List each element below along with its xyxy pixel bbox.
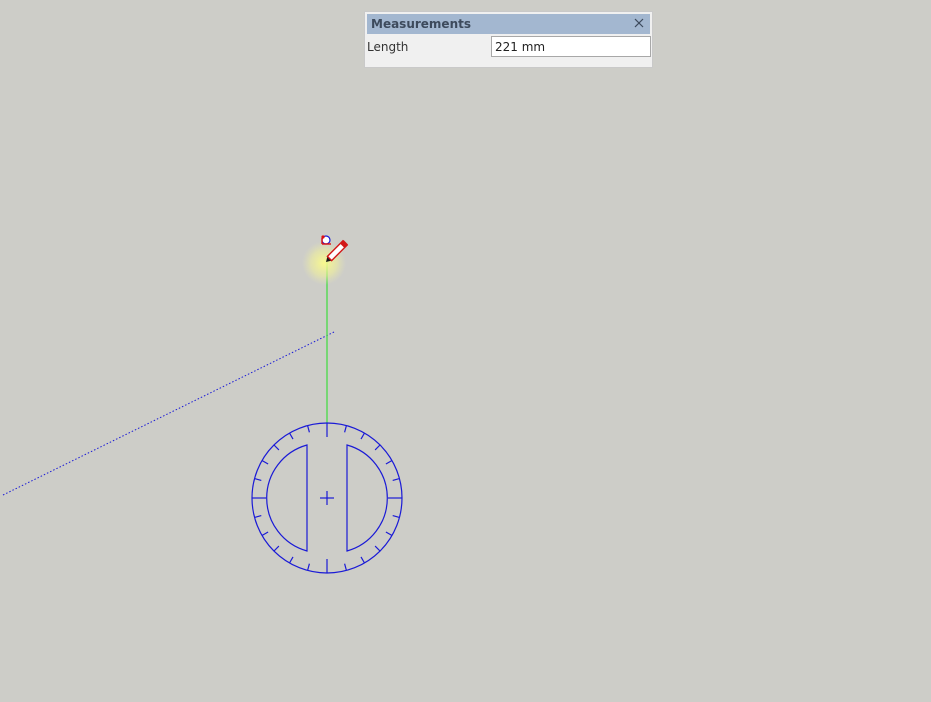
drawing-viewport[interactable]: Measurements Length bbox=[0, 0, 931, 702]
protractor-tick bbox=[385, 459, 393, 465]
protractor-tick bbox=[360, 556, 366, 564]
length-input[interactable] bbox=[491, 36, 651, 57]
length-label: Length bbox=[367, 40, 409, 54]
protractor-tick bbox=[261, 531, 269, 537]
protractor-tick bbox=[344, 425, 347, 433]
protractor-tick bbox=[374, 444, 381, 451]
protractor-tick bbox=[273, 444, 280, 451]
close-icon[interactable] bbox=[631, 15, 647, 31]
blue-axis-line bbox=[2, 331, 335, 496]
protractor-tick bbox=[254, 478, 262, 481]
protractor-tick bbox=[392, 515, 400, 518]
scene-canvas[interactable] bbox=[0, 0, 931, 702]
protractor-tick bbox=[307, 563, 310, 571]
protractor-tick bbox=[261, 459, 269, 465]
protractor-tick bbox=[374, 545, 381, 552]
measurements-title-bar[interactable]: Measurements bbox=[367, 14, 650, 34]
measurements-panel: Measurements Length bbox=[364, 11, 653, 68]
protractor-tick bbox=[273, 545, 280, 552]
protractor-tick bbox=[385, 531, 393, 537]
protractor-tool bbox=[251, 422, 403, 574]
protractor-tick bbox=[288, 556, 294, 564]
protractor-tick bbox=[360, 432, 366, 440]
endpoint-snap-icon bbox=[321, 235, 331, 245]
protractor-tick bbox=[288, 432, 294, 440]
protractor-tick bbox=[307, 425, 310, 433]
protractor-tick bbox=[392, 478, 400, 481]
protractor-tick bbox=[254, 515, 262, 518]
measurements-title: Measurements bbox=[371, 17, 471, 31]
protractor-tick bbox=[344, 563, 347, 571]
